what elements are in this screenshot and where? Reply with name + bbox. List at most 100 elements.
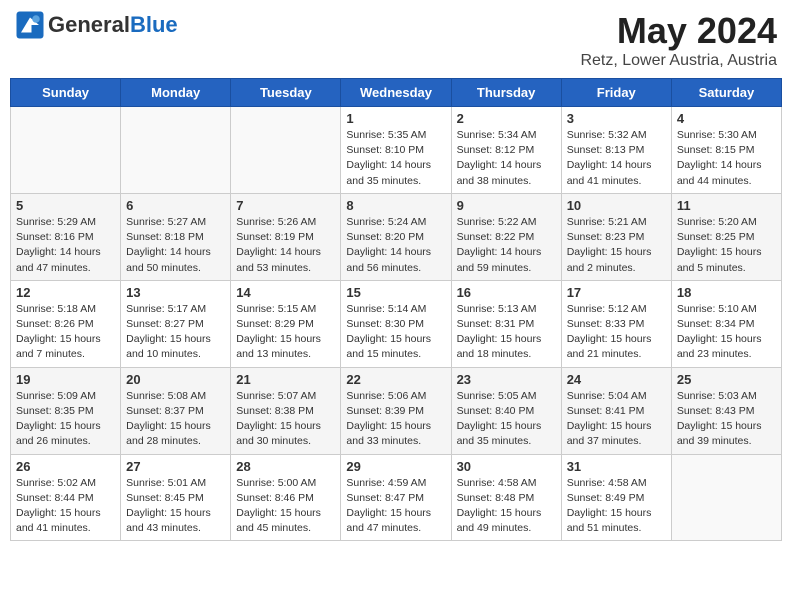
day-number: 15 (346, 285, 445, 300)
day-of-week-header: Monday (121, 79, 231, 107)
day-number: 13 (126, 285, 225, 300)
calendar-cell: 28 Sunrise: 5:00 AM Sunset: 8:46 PM Dayli… (231, 454, 341, 541)
day-number: 30 (457, 459, 556, 474)
day-info: Sunrise: 5:05 AM Sunset: 8:40 PM Dayligh… (457, 389, 556, 450)
day-info: Sunrise: 5:20 AM Sunset: 8:25 PM Dayligh… (677, 215, 776, 276)
calendar-cell: 22 Sunrise: 5:06 AM Sunset: 8:39 PM Dayli… (341, 367, 451, 454)
day-of-week-header: Thursday (451, 79, 561, 107)
calendar-cell: 29 Sunrise: 4:59 AM Sunset: 8:47 PM Dayli… (341, 454, 451, 541)
day-info: Sunrise: 5:27 AM Sunset: 8:18 PM Dayligh… (126, 215, 225, 276)
day-number: 6 (126, 198, 225, 213)
calendar-header-row: SundayMondayTuesdayWednesdayThursdayFrid… (11, 79, 782, 107)
day-number: 29 (346, 459, 445, 474)
day-info: Sunrise: 5:13 AM Sunset: 8:31 PM Dayligh… (457, 302, 556, 363)
calendar-week-row: 5 Sunrise: 5:29 AM Sunset: 8:16 PM Daylig… (11, 193, 782, 280)
calendar-cell: 10 Sunrise: 5:21 AM Sunset: 8:23 PM Dayli… (561, 193, 671, 280)
day-number: 25 (677, 372, 776, 387)
calendar-cell (231, 107, 341, 194)
day-number: 18 (677, 285, 776, 300)
calendar-cell: 19 Sunrise: 5:09 AM Sunset: 8:35 PM Dayli… (11, 367, 121, 454)
day-info: Sunrise: 4:58 AM Sunset: 8:49 PM Dayligh… (567, 476, 666, 537)
day-number: 19 (16, 372, 115, 387)
day-info: Sunrise: 5:03 AM Sunset: 8:43 PM Dayligh… (677, 389, 776, 450)
calendar-cell: 27Sunrise: 5:01 AM Sunset: 8:45 PM Dayli… (121, 454, 231, 541)
day-number: 23 (457, 372, 556, 387)
day-info: Sunrise: 5:00 AM Sunset: 8:46 PM Dayligh… (236, 476, 335, 537)
day-info: Sunrise: 5:21 AM Sunset: 8:23 PM Dayligh… (567, 215, 666, 276)
day-info: Sunrise: 5:09 AM Sunset: 8:35 PM Dayligh… (16, 389, 115, 450)
day-number: 21 (236, 372, 335, 387)
day-number: 12 (16, 285, 115, 300)
day-info: Sunrise: 5:10 AM Sunset: 8:34 PM Dayligh… (677, 302, 776, 363)
day-info: Sunrise: 5:24 AM Sunset: 8:20 PM Dayligh… (346, 215, 445, 276)
calendar-cell: 2Sunrise: 5:34 AM Sunset: 8:12 PM Daylig… (451, 107, 561, 194)
day-info: Sunrise: 5:22 AM Sunset: 8:22 PM Dayligh… (457, 215, 556, 276)
day-of-week-header: Wednesday (341, 79, 451, 107)
day-number: 28 (236, 459, 335, 474)
calendar-cell: 8 Sunrise: 5:24 AM Sunset: 8:20 PM Daylig… (341, 193, 451, 280)
calendar-cell: 15 Sunrise: 5:14 AM Sunset: 8:30 PM Dayli… (341, 280, 451, 367)
calendar-cell: 30 Sunrise: 4:58 AM Sunset: 8:48 PM Dayli… (451, 454, 561, 541)
day-number: 4 (677, 111, 776, 126)
day-of-week-header: Tuesday (231, 79, 341, 107)
logo-icon (15, 10, 45, 40)
calendar-week-row: 12 Sunrise: 5:18 AM Sunset: 8:26 PM Dayli… (11, 280, 782, 367)
calendar-cell: 6 Sunrise: 5:27 AM Sunset: 8:18 PM Daylig… (121, 193, 231, 280)
day-info: Sunrise: 5:18 AM Sunset: 8:26 PM Dayligh… (16, 302, 115, 363)
day-number: 17 (567, 285, 666, 300)
day-number: 20 (126, 372, 225, 387)
logo: GeneralBlue (15, 10, 178, 40)
day-number: 8 (346, 198, 445, 213)
day-info: Sunrise: 5:30 AM Sunset: 8:15 PM Dayligh… (677, 128, 776, 189)
calendar-cell: 24 Sunrise: 5:04 AM Sunset: 8:41 PM Dayli… (561, 367, 671, 454)
day-info: Sunrise: 4:59 AM Sunset: 8:47 PM Dayligh… (346, 476, 445, 537)
day-info: Sunrise: 4:58 AM Sunset: 8:48 PM Dayligh… (457, 476, 556, 537)
calendar-cell: 14 Sunrise: 5:15 AM Sunset: 8:29 PM Dayli… (231, 280, 341, 367)
day-info: Sunrise: 5:07 AM Sunset: 8:38 PM Dayligh… (236, 389, 335, 450)
day-info: Sunrise: 5:08 AM Sunset: 8:37 PM Dayligh… (126, 389, 225, 450)
calendar-cell: 7Sunrise: 5:26 AM Sunset: 8:19 PM Daylig… (231, 193, 341, 280)
day-of-week-header: Friday (561, 79, 671, 107)
day-number: 5 (16, 198, 115, 213)
day-info: Sunrise: 5:14 AM Sunset: 8:30 PM Dayligh… (346, 302, 445, 363)
calendar-cell: 25 Sunrise: 5:03 AM Sunset: 8:43 PM Dayli… (671, 367, 781, 454)
calendar-cell: 20 Sunrise: 5:08 AM Sunset: 8:37 PM Dayli… (121, 367, 231, 454)
calendar-week-row: 19 Sunrise: 5:09 AM Sunset: 8:35 PM Dayli… (11, 367, 782, 454)
calendar-table: SundayMondayTuesdayWednesdayThursdayFrid… (10, 78, 782, 541)
day-number: 26 (16, 459, 115, 474)
day-number: 9 (457, 198, 556, 213)
page-header: GeneralBlue May 2024 Retz, Lower Austria… (10, 10, 782, 70)
day-number: 3 (567, 111, 666, 126)
calendar-cell (121, 107, 231, 194)
calendar-cell (11, 107, 121, 194)
calendar-cell (671, 454, 781, 541)
day-number: 1 (346, 111, 445, 126)
day-info: Sunrise: 5:06 AM Sunset: 8:39 PM Dayligh… (346, 389, 445, 450)
day-of-week-header: Sunday (11, 79, 121, 107)
day-number: 14 (236, 285, 335, 300)
day-info: Sunrise: 5:29 AM Sunset: 8:16 PM Dayligh… (16, 215, 115, 276)
calendar-cell: 13 Sunrise: 5:17 AM Sunset: 8:27 PM Dayli… (121, 280, 231, 367)
calendar-cell: 21 Sunrise: 5:07 AM Sunset: 8:38 PM Dayli… (231, 367, 341, 454)
day-number: 7 (236, 198, 335, 213)
day-number: 10 (567, 198, 666, 213)
day-info: Sunrise: 5:17 AM Sunset: 8:27 PM Dayligh… (126, 302, 225, 363)
day-info: Sunrise: 5:12 AM Sunset: 8:33 PM Dayligh… (567, 302, 666, 363)
day-number: 24 (567, 372, 666, 387)
day-info: Sunrise: 5:04 AM Sunset: 8:41 PM Dayligh… (567, 389, 666, 450)
calendar-week-row: 26Sunrise: 5:02 AM Sunset: 8:44 PM Dayli… (11, 454, 782, 541)
calendar-cell: 17 Sunrise: 5:12 AM Sunset: 8:33 PM Dayli… (561, 280, 671, 367)
day-info: Sunrise: 5:15 AM Sunset: 8:29 PM Dayligh… (236, 302, 335, 363)
calendar-cell: 23 Sunrise: 5:05 AM Sunset: 8:40 PM Dayli… (451, 367, 561, 454)
day-info: Sunrise: 5:01 AM Sunset: 8:45 PM Dayligh… (126, 476, 225, 537)
day-number: 2 (457, 111, 556, 126)
month-title: May 2024 (580, 10, 777, 52)
calendar-cell: 12 Sunrise: 5:18 AM Sunset: 8:26 PM Dayli… (11, 280, 121, 367)
day-info: Sunrise: 5:35 AM Sunset: 8:10 PM Dayligh… (346, 128, 445, 189)
calendar-week-row: 1 Sunrise: 5:35 AM Sunset: 8:10 PM Daylig… (11, 107, 782, 194)
logo-general-text: General (48, 12, 130, 37)
day-number: 16 (457, 285, 556, 300)
day-of-week-header: Saturday (671, 79, 781, 107)
day-number: 22 (346, 372, 445, 387)
calendar-cell: 16 Sunrise: 5:13 AM Sunset: 8:31 PM Dayli… (451, 280, 561, 367)
